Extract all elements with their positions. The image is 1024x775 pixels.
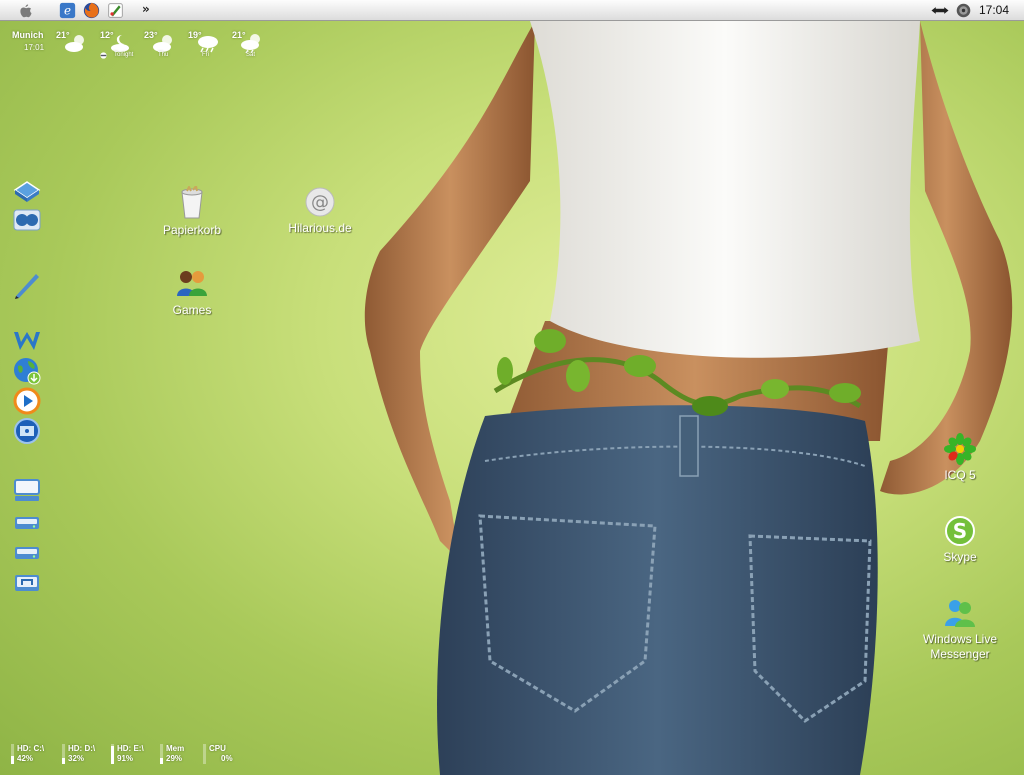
- firefox-icon[interactable]: [83, 2, 100, 19]
- meter-value: 42%: [17, 754, 34, 763]
- messenger-label-line2: Messenger: [930, 647, 990, 661]
- menu-bar: e » 17:04: [0, 0, 1024, 21]
- meter-drive-d: HD: D:\ 32%: [62, 742, 112, 766]
- weather-time: 17:01: [24, 43, 45, 52]
- rain-cloud-icon: [198, 36, 218, 53]
- svg-text:@: @: [311, 192, 329, 213]
- meter-fill: [11, 755, 14, 764]
- meter-value: 0%: [221, 754, 233, 763]
- meter-bar: [203, 744, 206, 764]
- network-icon[interactable]: [930, 2, 950, 19]
- svg-text:e: e: [64, 4, 71, 18]
- apple-icon[interactable]: [17, 2, 34, 19]
- overflow-chevron[interactable]: »: [142, 2, 150, 16]
- meter-label: CPU: [209, 744, 226, 753]
- games-label: Games: [172, 303, 212, 317]
- moon-phase-icon: [100, 52, 107, 59]
- meter-bar: [160, 744, 163, 764]
- forecast-day: 21° Sat: [232, 30, 276, 64]
- partly-cloudy-icon: [65, 35, 84, 52]
- paint-icon[interactable]: [107, 2, 124, 19]
- meter-value: 91%: [117, 754, 134, 763]
- meter-label: Mem: [166, 744, 185, 753]
- meter-bar: [11, 744, 14, 764]
- forecast-day-label: Fri: [202, 52, 209, 58]
- meter-cpu: CPU 0%: [203, 742, 253, 766]
- meter-value: 32%: [68, 754, 85, 763]
- meter-label: HD: E:\: [117, 744, 144, 753]
- menubar-clock[interactable]: 17:04: [979, 3, 1009, 17]
- media-player-icon[interactable]: [12, 386, 42, 416]
- drive-icon[interactable]: [12, 538, 42, 568]
- recycle-bin-icon: [181, 186, 203, 219]
- skype-icon: S: [945, 516, 975, 546]
- meter-value: 29%: [166, 754, 183, 763]
- pen-icon[interactable]: [12, 270, 42, 300]
- forecast-day: 23° Thu: [144, 30, 188, 64]
- svg-text:S: S: [953, 519, 967, 543]
- icq-flower-icon: [944, 433, 976, 465]
- icq-label: ICQ 5: [944, 468, 976, 482]
- computer-icon[interactable]: [12, 476, 42, 506]
- weather-city: Munich: [12, 30, 44, 40]
- forecast-day-label: Tonight: [114, 52, 134, 58]
- meter-fill: [111, 745, 114, 764]
- volume-icon[interactable]: [955, 2, 972, 19]
- hilarious-shortcut[interactable]: @ Hilarious.de: [275, 186, 365, 236]
- partly-cloudy-rain-icon: [241, 34, 260, 53]
- messenger-icon: [945, 600, 975, 627]
- weather-widget[interactable]: Munich 17:01 21° 12° Tonight 23° Thu 19°: [10, 30, 280, 66]
- forecast-day-label: Sat: [246, 52, 256, 58]
- forecast-day: 21°: [56, 30, 100, 64]
- icq-shortcut[interactable]: ICQ 5: [915, 433, 1005, 483]
- moon-cloud-icon: [111, 35, 129, 52]
- messenger-label-line1: Windows Live: [922, 632, 998, 646]
- meter-drive-e: HD: E:\ 91%: [111, 742, 161, 766]
- network-drive-icon[interactable]: [12, 568, 42, 598]
- skype-label: Skype: [943, 550, 977, 564]
- dashboard-icon[interactable]: [12, 206, 42, 236]
- dvd-icon[interactable]: [12, 416, 42, 446]
- partly-cloudy-icon: [153, 35, 172, 52]
- globe-download-icon[interactable]: [12, 356, 42, 386]
- meter-fill: [62, 757, 65, 764]
- games-folder[interactable]: Games: [147, 268, 237, 318]
- meter-bar: [111, 744, 114, 764]
- recycle-bin[interactable]: Papierkorb: [147, 186, 237, 238]
- skype-shortcut[interactable]: S Skype: [915, 515, 1005, 565]
- meter-label: HD: C:\: [17, 744, 45, 753]
- winamp-icon[interactable]: [12, 326, 42, 356]
- meter-drive-c: HD: C:\ 42%: [11, 742, 61, 766]
- hilarious-label: Hilarious.de: [288, 221, 352, 235]
- forecast-day: 12° Tonight: [100, 30, 144, 64]
- meter-fill: [160, 758, 163, 764]
- messenger-shortcut[interactable]: Windows Live Messenger: [915, 597, 1005, 662]
- users-icon: [177, 271, 207, 296]
- forecast-day: 19° Fri: [188, 30, 232, 64]
- meter-bar: [62, 744, 65, 764]
- forecast-day-label: Thu: [158, 52, 169, 58]
- finder-icon[interactable]: [12, 176, 42, 206]
- recycle-bin-label: Papierkorb: [162, 223, 222, 237]
- ie-icon[interactable]: e: [59, 2, 76, 19]
- at-sign-icon: @: [305, 187, 335, 217]
- drive-icon[interactable]: [12, 508, 42, 538]
- meter-label: HD: D:\: [68, 744, 96, 753]
